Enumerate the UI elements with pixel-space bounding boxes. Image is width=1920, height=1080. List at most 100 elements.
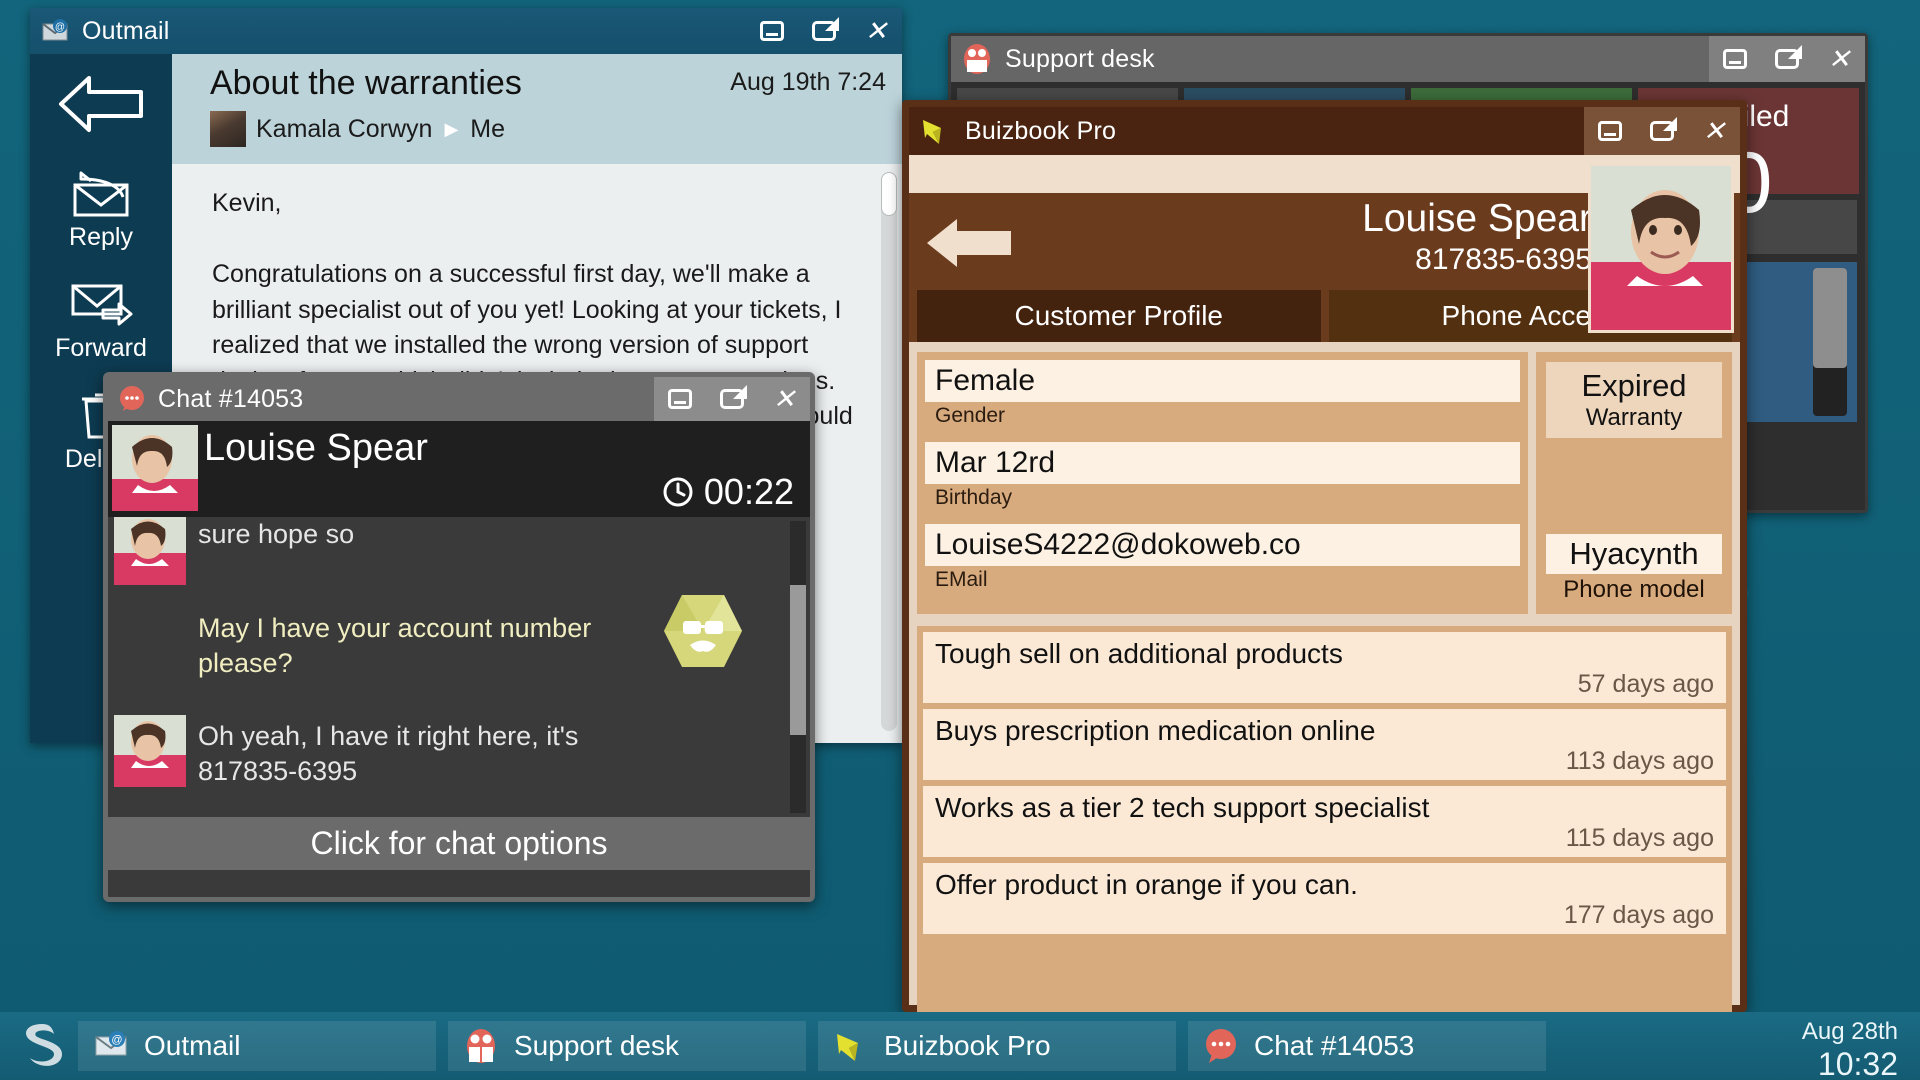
buizbook-window[interactable]: Buizbook Pro ✕ Louise Spear 817835-6395 <box>902 100 1747 1046</box>
sender-avatar <box>210 111 246 147</box>
field-email-label: EMail <box>935 568 988 591</box>
message-text: Oh yeah, I have it right here, it's 8178… <box>198 721 579 787</box>
chat-timer: 00:22 <box>662 471 794 513</box>
maximize-icon <box>1650 121 1674 141</box>
field-birthday[interactable]: Mar 12rd Birthday <box>925 442 1520 510</box>
warranty-badge: Expired Warranty <box>1546 362 1722 438</box>
minimize-icon <box>760 21 784 41</box>
minimize-icon <box>1598 121 1622 141</box>
outmail-minimize-button[interactable] <box>746 8 798 54</box>
maximize-icon <box>812 21 836 41</box>
field-birthday-label: Birthday <box>935 486 1013 509</box>
reply-icon <box>73 171 129 217</box>
maximize-icon <box>720 389 744 409</box>
reply-button[interactable]: Reply <box>69 167 133 252</box>
taskbar-item-outmail-label: Outmail <box>144 1030 241 1061</box>
clock-time: 10:32 <box>1817 1046 1898 1080</box>
customer-photo <box>1588 163 1734 333</box>
maximize-icon <box>1775 49 1799 69</box>
chat-message-list: sure hope so May I have your account num… <box>108 517 810 817</box>
chat-contact-name: Louise Spear <box>204 427 428 469</box>
chat-titlebar[interactable]: Chat #14053 ✕ <box>108 377 810 421</box>
buizbook-titlebar[interactable]: Buizbook Pro ✕ <box>909 107 1740 155</box>
agent-emblem-icon <box>662 593 744 674</box>
message-date: Aug 19th 7:24 <box>730 68 886 96</box>
phone-model-label: Phone model <box>1563 576 1705 603</box>
buizbook-customer-header: Louise Spear 817835-6395 <box>909 163 1740 333</box>
outmail-titlebar[interactable]: @ Outmail ✕ <box>30 8 902 54</box>
customer-fields: Female Gender Mar 12rd Birthday LouiseS4… <box>917 352 1528 614</box>
warranty-status: Expired <box>1581 368 1687 403</box>
taskbar-item-chat[interactable]: Chat #14053 <box>1188 1021 1546 1071</box>
outmail-scrollbar-thumb[interactable] <box>881 172 897 216</box>
customer-phone: 817835-6395 <box>1415 243 1592 276</box>
message-text: sure hope so <box>198 519 355 549</box>
taskbar-item-buizbook[interactable]: Buizbook Pro <box>818 1021 1176 1071</box>
support-desk-scrollbar[interactable] <box>1813 268 1847 416</box>
taskbar-item-outmail[interactable]: @ Outmail <box>78 1021 436 1071</box>
back-button[interactable] <box>55 72 147 141</box>
svg-text:@: @ <box>55 22 65 33</box>
sender-name: Kamala Corwyn <box>256 114 433 143</box>
outmail-close-button[interactable]: ✕ <box>850 8 902 54</box>
close-icon: ✕ <box>772 383 796 414</box>
contact-avatar <box>112 425 198 511</box>
field-gender-value: Female <box>925 360 1520 402</box>
note-age: 177 days ago <box>1563 901 1714 929</box>
chat-close-button[interactable]: ✕ <box>758 377 810 421</box>
taskbar-item-support-desk[interactable]: Support desk <box>448 1021 806 1071</box>
forward-icon <box>71 284 133 326</box>
note-text: Buys prescription medication online <box>935 715 1376 746</box>
buizbook-close-button[interactable]: ✕ <box>1688 107 1740 155</box>
support-desk-scrollbar-thumb[interactable] <box>1813 268 1847 368</box>
customer-name: Louise Spear <box>1362 197 1592 240</box>
outmail-title: Outmail <box>82 16 170 45</box>
minimize-icon <box>1723 49 1747 69</box>
taskbar-item-chat-label: Chat #14053 <box>1254 1030 1415 1061</box>
taskbar-item-buizbook-label: Buizbook Pro <box>884 1030 1051 1061</box>
chat-options-button[interactable]: Click for chat options <box>108 817 810 870</box>
chat-window[interactable]: Chat #14053 ✕ Louise Spear 00:22 sure ho… <box>103 372 815 902</box>
chat-title: Chat #14053 <box>158 384 304 413</box>
chat-maximize-button[interactable] <box>706 377 758 421</box>
outmail-scrollbar[interactable] <box>881 172 897 731</box>
start-button[interactable] <box>16 1020 68 1072</box>
buizbook-maximize-button[interactable] <box>1636 107 1688 155</box>
note-item[interactable]: Offer product in orange if you can. 177 … <box>923 863 1726 934</box>
phone-model-value: Hyacynth <box>1546 534 1722 574</box>
close-icon: ✕ <box>864 15 888 46</box>
customer-side-panel: Expired Warranty Hyacynth Phone model <box>1536 352 1732 614</box>
field-email[interactable]: LouiseS4222@dokoweb.co EMail <box>925 524 1520 592</box>
tab-customer-profile[interactable]: Customer Profile <box>917 290 1321 342</box>
taskbar: @ Outmail Support desk Buizbook Pro Chat… <box>0 1012 1920 1080</box>
note-item[interactable]: Buys prescription medication online 113 … <box>923 709 1726 780</box>
outmail-maximize-button[interactable] <box>798 8 850 54</box>
chat-minimize-button[interactable] <box>654 377 706 421</box>
support-desk-titlebar[interactable]: Support desk ✕ <box>951 36 1865 82</box>
support-desk-maximize-button[interactable] <box>1761 36 1813 82</box>
field-gender-label: Gender <box>935 404 1006 427</box>
people-icon <box>462 1027 500 1065</box>
note-item[interactable]: Works as a tier 2 tech support specialis… <box>923 786 1726 857</box>
support-desk-close-button[interactable]: ✕ <box>1813 36 1865 82</box>
back-arrow-icon <box>927 219 1011 267</box>
chat-scrollbar[interactable] <box>790 521 806 813</box>
chat-bubble-icon <box>1202 1027 1240 1065</box>
bird-icon <box>923 120 941 144</box>
note-age: 57 days ago <box>1577 670 1714 698</box>
field-gender[interactable]: Female Gender <box>925 360 1520 428</box>
buizbook-back-button[interactable] <box>923 215 1015 276</box>
arrow-right-icon: ▶ <box>444 118 459 139</box>
chat-scrollbar-thumb[interactable] <box>790 585 806 735</box>
forward-button[interactable]: Forward <box>55 278 147 363</box>
buizbook-minimize-button[interactable] <box>1584 107 1636 155</box>
svg-text:@: @ <box>111 1034 122 1046</box>
note-item[interactable]: Tough sell on additional products 57 day… <box>923 632 1726 703</box>
field-email-value: LouiseS4222@dokoweb.co <box>925 524 1520 566</box>
warranty-label: Warranty <box>1585 404 1683 431</box>
chat-message: Oh yeah, I have it right here, it's 8178… <box>108 713 810 789</box>
chat-contact-header: Louise Spear 00:22 <box>108 421 810 517</box>
note-age: 115 days ago <box>1565 824 1714 852</box>
support-desk-minimize-button[interactable] <box>1709 36 1761 82</box>
message-text: May I have your account number please? <box>198 613 592 679</box>
